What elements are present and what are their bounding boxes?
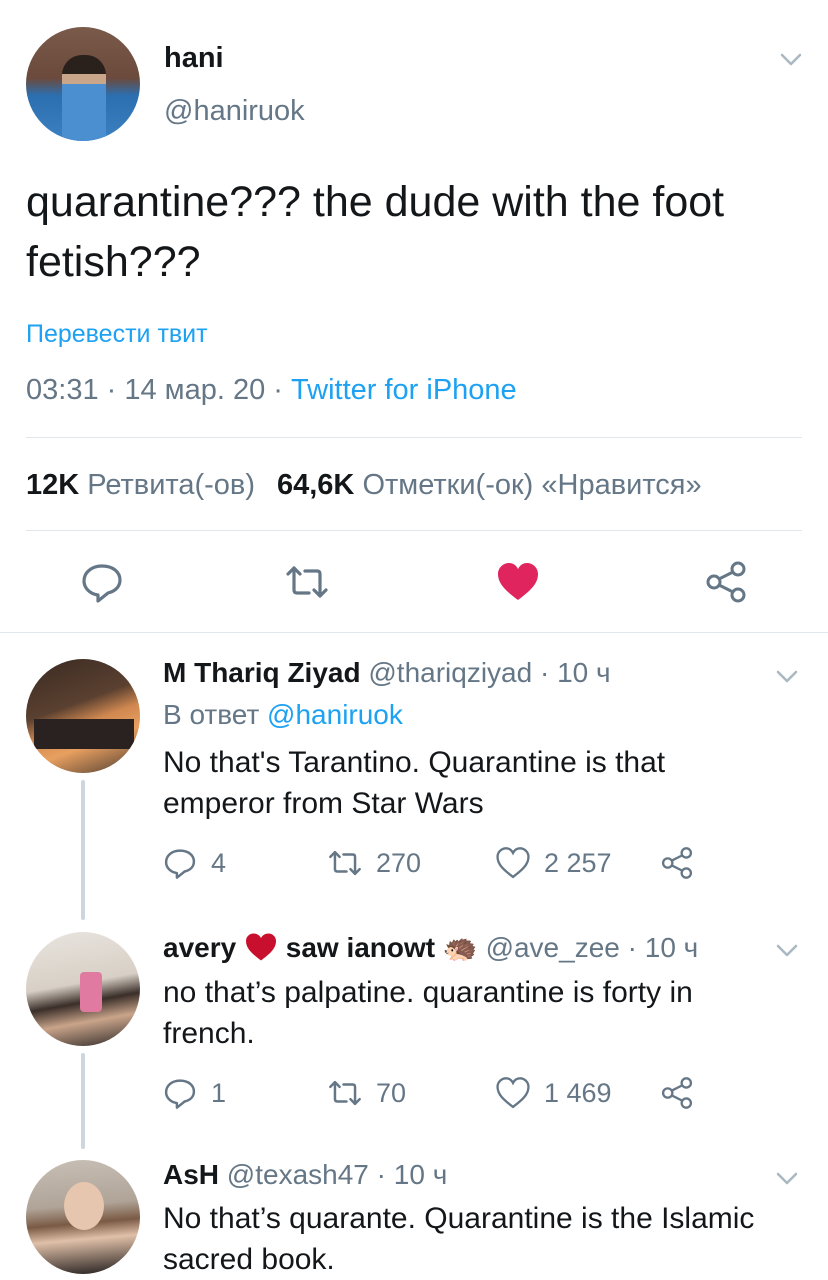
- reply-header: avery saw ianowt 🦔 @ave_zee · 10 ч: [163, 932, 699, 963]
- reply-comment-action[interactable]: 4: [163, 846, 226, 880]
- thread-line: [81, 780, 85, 920]
- reply-time: 10 ч: [644, 932, 699, 963]
- tweet-text: quarantine??? the dude with the foot fet…: [26, 178, 725, 286]
- chevron-down-icon[interactable]: [776, 1172, 798, 1186]
- reply-to-handle[interactable]: @haniruok: [267, 699, 403, 730]
- reply-to-line: В ответ @haniruok: [163, 699, 403, 730]
- like-count: 2 257: [544, 847, 612, 878]
- reply-author-name[interactable]: M Thariq Ziyad: [163, 657, 361, 688]
- retweets-stat[interactable]: 12K Ретвита(-ов): [26, 469, 255, 501]
- reply-header: AsH @texash47 · 10 ч: [163, 1159, 448, 1190]
- author-handle[interactable]: @haniruok: [164, 95, 305, 128]
- reply-retweet-action[interactable]: 270: [328, 846, 421, 880]
- share-icon[interactable]: [704, 560, 748, 604]
- comment-count: 4: [211, 847, 227, 878]
- share-icon[interactable]: [660, 846, 694, 880]
- reply-text: no that’s palpatine. quarantine is forty…: [163, 976, 693, 1050]
- translate-link[interactable]: Перевести твит: [26, 320, 208, 349]
- reply-author-handle[interactable]: @ave_zee: [486, 932, 620, 963]
- heart-outline-icon[interactable]: [496, 1076, 530, 1110]
- reply-author-name-part2[interactable]: saw ianowt: [286, 932, 435, 963]
- divider: [26, 437, 802, 438]
- author-avatar[interactable]: [26, 27, 140, 141]
- reply-avatar[interactable]: [26, 932, 140, 1046]
- likes-stat[interactable]: 64,6K Отметки(-ок) «Нравится»: [277, 469, 702, 501]
- retweet-icon[interactable]: [328, 1076, 362, 1110]
- hedgehog-emoji-icon: 🦔: [442, 932, 478, 963]
- chevron-down-icon[interactable]: [780, 53, 802, 67]
- heart-outline-icon[interactable]: [496, 846, 530, 880]
- reply-header: M Thariq Ziyad @thariqziyad · 10 ч: [163, 657, 611, 688]
- thread-line: [81, 1053, 85, 1149]
- retweet-count: 70: [376, 1077, 407, 1108]
- reply-author-name[interactable]: AsH: [163, 1159, 219, 1190]
- reply-text: No that's Tarantino. Quarantine is that …: [163, 746, 666, 820]
- reply-comment-action[interactable]: 1: [163, 1076, 226, 1110]
- reply-like-action[interactable]: 1 469: [496, 1076, 612, 1110]
- reply-avatar[interactable]: [26, 1160, 140, 1274]
- reply-icon[interactable]: [80, 560, 124, 604]
- retweet-icon[interactable]: [328, 846, 362, 880]
- like-count: 1 469: [544, 1077, 612, 1108]
- reply-text: No that’s quarante. Quarantine is the Is…: [163, 1202, 755, 1276]
- like-icon-filled[interactable]: [496, 560, 540, 604]
- reply-icon[interactable]: [163, 846, 197, 880]
- chevron-down-icon[interactable]: [776, 944, 798, 958]
- tweet-stats: 12K Ретвита(-ов) 64,6K Отметки(-ок) «Нрав…: [26, 469, 702, 502]
- reply-author-name-part1[interactable]: avery: [163, 932, 236, 963]
- comment-count: 1: [211, 1077, 227, 1108]
- divider: [26, 530, 802, 531]
- reply-time: 10 ч: [557, 657, 611, 688]
- tweet-source-link[interactable]: Twitter for iPhone: [291, 374, 517, 406]
- tweet-time: 03:31: [26, 374, 99, 406]
- reply-retweet-action[interactable]: 70: [328, 1076, 406, 1110]
- author-name[interactable]: hani: [164, 42, 224, 75]
- reply-like-action[interactable]: 2 257: [496, 846, 612, 880]
- reply-time: 10 ч: [393, 1159, 448, 1190]
- tweet-date: 14 мар. 20: [124, 374, 266, 406]
- section-divider: [0, 632, 828, 633]
- share-icon[interactable]: [660, 1076, 694, 1110]
- red-heart-icon: [245, 933, 276, 961]
- reply-avatar[interactable]: [26, 659, 140, 773]
- reply-author-handle[interactable]: @thariqziyad: [368, 657, 532, 688]
- reply-icon[interactable]: [163, 1076, 197, 1110]
- retweet-count: 270: [376, 847, 422, 878]
- tweet-meta: 03:31 · 14 мар. 20 · Twitter for iPhone: [26, 374, 517, 406]
- reply-author-handle[interactable]: @texash47: [227, 1159, 369, 1190]
- chevron-down-icon[interactable]: [776, 670, 798, 684]
- retweet-icon[interactable]: [285, 560, 329, 604]
